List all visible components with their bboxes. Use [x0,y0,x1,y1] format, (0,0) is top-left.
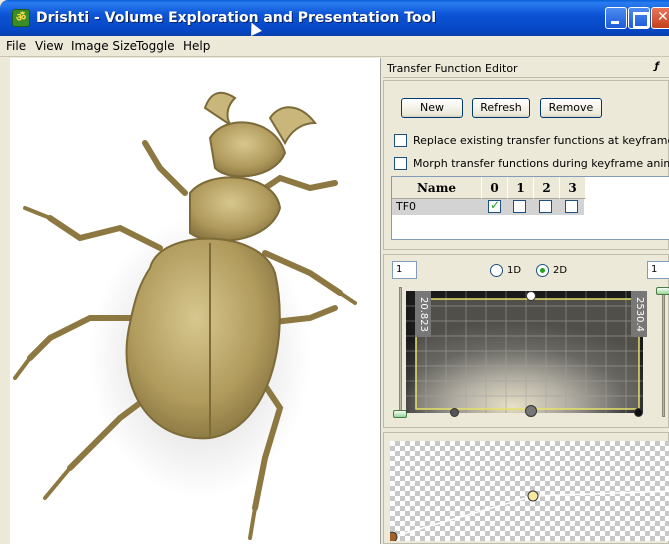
left-vertical-slider[interactable] [399,287,402,417]
menu-image-size[interactable]: Image Size [71,39,137,53]
table-header-2[interactable]: 2 [534,177,560,199]
om-icon[interactable]: ॐ [12,9,30,27]
tf-set-3-checkbox[interactable] [565,200,578,213]
dock-title: Transfer Function Editor [387,62,518,75]
mode-2d-option[interactable]: 2D [536,263,567,277]
replace-tf-checkbox[interactable] [394,133,407,147]
right-slider-thumb[interactable] [656,287,669,295]
morph-tf-option[interactable]: Morph transfer functions during keyframe… [394,156,669,172]
mode-2d-label: 2D [553,264,568,276]
table-row[interactable]: TF0 [392,198,584,215]
2d-histogram-canvas[interactable] [406,291,643,413]
new-button[interactable]: New [401,98,463,118]
bottom-center-control-point[interactable] [525,405,537,417]
title-bar[interactable]: ॐ Drishti - Volume Exploration and Prese… [0,0,669,36]
tf-name-cell[interactable]: TF0 [396,200,416,213]
table-header-1[interactable]: 1 [508,177,534,199]
morph-tf-label: Morph transfer functions during keyframe… [413,156,669,170]
mode-2d-radio[interactable] [536,263,549,277]
maximize-button[interactable] [628,7,650,29]
left-spinbox[interactable]: 1 [392,261,417,279]
left-slider-thumb[interactable] [393,410,407,418]
menu-toggle[interactable]: Toggle [136,39,175,53]
window-title: Drishti - Volume Exploration and Present… [36,10,436,26]
menu-help[interactable]: Help [183,39,210,53]
dock-title-bar[interactable]: Transfer Function Editor ƒ [383,58,669,78]
table-header-name[interactable]: Name [392,177,482,199]
left-value-label: 20.823 [415,291,431,337]
replace-tf-option[interactable]: Replace existing transfer functions at k… [394,133,669,149]
tf-set-1-checkbox[interactable] [513,200,526,213]
tf-2d-panel: 1 1D 2D 1 20.823 2530.4 [383,254,669,428]
tf-1d-panel [383,432,669,544]
bottom-left-control-point[interactable] [450,408,459,417]
tf-set-2-checkbox[interactable] [539,200,552,213]
remove-button[interactable]: Remove [540,98,602,118]
right-value-label: 2530.4 [631,291,647,337]
mode-1d-label: 1D [507,264,522,276]
app-window: ॐ Drishti - Volume Exploration and Prese… [0,0,669,544]
top-control-point[interactable] [526,291,536,301]
close-button[interactable] [651,7,669,29]
table-header-0[interactable]: 0 [482,177,508,199]
mode-1d-option[interactable]: 1D [490,263,521,277]
menu-view[interactable]: View [35,39,63,53]
mode-1d-radio[interactable] [490,263,503,277]
volume-render-viewport[interactable] [10,58,381,544]
transfer-function-dock: Transfer Function Editor ƒ New Refresh R… [383,58,669,544]
beetle-render [13,91,357,540]
menu-file[interactable]: File [6,39,26,53]
right-vertical-slider[interactable] [662,287,665,417]
float-dock-icon[interactable]: ƒ [655,61,659,72]
right-spinbox[interactable]: 1 [647,261,669,279]
bottom-right-control-point[interactable] [634,408,643,417]
minimize-button[interactable] [605,7,627,29]
menu-bar: File View Image Size Toggle Help [0,36,669,57]
table-header-3[interactable]: 3 [560,177,586,199]
replace-tf-label: Replace existing transfer functions at k… [413,133,669,147]
refresh-button[interactable]: Refresh [472,98,530,118]
opacity-curve-canvas[interactable] [386,441,669,543]
tf-table: Name 0 1 2 3 TF0 [391,176,669,240]
tf-set-0-checkbox[interactable] [488,198,501,213]
morph-tf-checkbox[interactable] [394,156,407,170]
